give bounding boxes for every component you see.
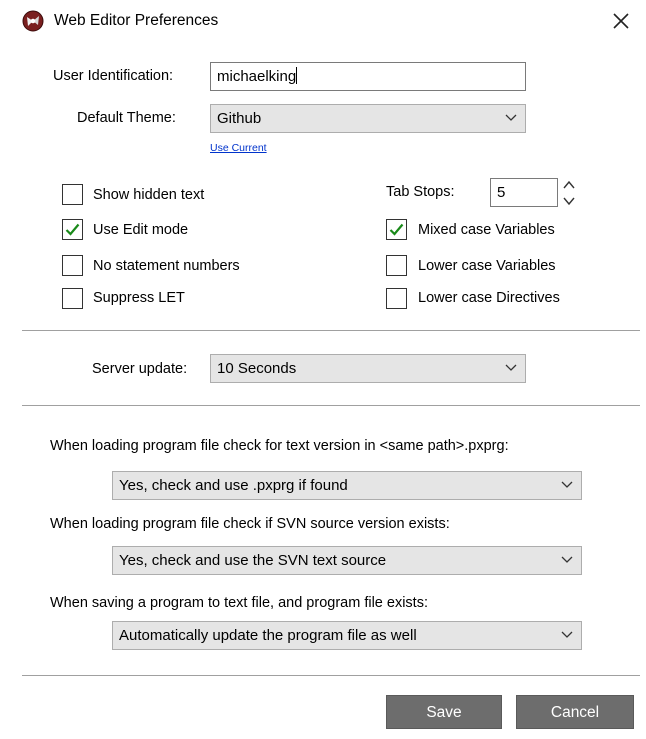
loading-svn-label: When loading program file check if SVN s… bbox=[50, 516, 450, 532]
spin-up-icon[interactable] bbox=[562, 178, 576, 192]
separator bbox=[22, 675, 640, 676]
use-current-link[interactable]: Use Current bbox=[210, 142, 267, 154]
mixed-case-variables-label: Mixed case Variables bbox=[418, 222, 555, 238]
checkmark-icon bbox=[389, 223, 404, 236]
default-theme-select[interactable]: Github bbox=[210, 104, 526, 133]
separator bbox=[22, 330, 640, 331]
no-statement-numbers-label: No statement numbers bbox=[93, 258, 240, 274]
chevron-down-icon bbox=[505, 364, 517, 371]
loading-text-version-select[interactable]: Yes, check and use .pxprg if found bbox=[112, 471, 582, 500]
no-statement-numbers-checkbox[interactable] bbox=[62, 255, 83, 276]
server-update-label: Server update: bbox=[92, 361, 188, 377]
lower-case-variables-label: Lower case Variables bbox=[418, 258, 556, 274]
saving-value: Automatically update the program file as… bbox=[119, 627, 417, 644]
app-logo-icon bbox=[22, 10, 44, 32]
cancel-button[interactable]: Cancel bbox=[516, 695, 634, 729]
save-button[interactable]: Save bbox=[386, 695, 502, 729]
chevron-down-icon bbox=[505, 114, 517, 121]
lower-case-variables-checkbox[interactable] bbox=[386, 255, 407, 276]
loading-text-version-value: Yes, check and use .pxprg if found bbox=[119, 477, 348, 494]
text-caret bbox=[296, 67, 298, 84]
user-identification-label: User Identification: bbox=[53, 68, 174, 84]
loading-svn-select[interactable]: Yes, check and use the SVN text source bbox=[112, 546, 582, 575]
server-update-value: 10 Seconds bbox=[217, 360, 297, 377]
saving-label: When saving a program to text file, and … bbox=[50, 595, 428, 611]
chevron-down-icon bbox=[561, 631, 573, 638]
user-identification-input[interactable]: michaelking bbox=[210, 62, 526, 91]
mixed-case-variables-checkbox[interactable] bbox=[386, 219, 407, 240]
tab-stops-value: 5 bbox=[497, 184, 506, 201]
chevron-down-icon bbox=[561, 556, 573, 563]
user-identification-value: michaelking bbox=[217, 68, 297, 85]
checkmark-icon bbox=[65, 223, 80, 236]
window-title: Web Editor Preferences bbox=[54, 12, 219, 29]
server-update-select[interactable]: 10 Seconds bbox=[210, 354, 526, 383]
tab-stops-label: Tab Stops: bbox=[386, 184, 455, 200]
use-edit-mode-label: Use Edit mode bbox=[93, 222, 189, 238]
use-edit-mode-checkbox[interactable] bbox=[62, 219, 83, 240]
default-theme-label: Default Theme: bbox=[77, 110, 176, 126]
tab-stops-input[interactable]: 5 bbox=[490, 178, 558, 207]
default-theme-value: Github bbox=[217, 110, 262, 127]
show-hidden-text-checkbox[interactable] bbox=[62, 184, 83, 205]
lower-case-directives-checkbox[interactable] bbox=[386, 288, 407, 309]
suppress-let-checkbox[interactable] bbox=[62, 288, 83, 309]
saving-select[interactable]: Automatically update the program file as… bbox=[112, 621, 582, 650]
separator bbox=[22, 405, 640, 406]
close-icon[interactable] bbox=[610, 10, 632, 32]
chevron-down-icon bbox=[561, 481, 573, 488]
loading-svn-value: Yes, check and use the SVN text source bbox=[119, 552, 387, 569]
loading-text-version-label: When loading program file check for text… bbox=[50, 438, 509, 454]
suppress-let-label: Suppress LET bbox=[93, 290, 185, 306]
spin-down-icon[interactable] bbox=[562, 194, 576, 208]
show-hidden-text-label: Show hidden text bbox=[93, 187, 205, 203]
lower-case-directives-label: Lower case Directives bbox=[418, 290, 560, 306]
